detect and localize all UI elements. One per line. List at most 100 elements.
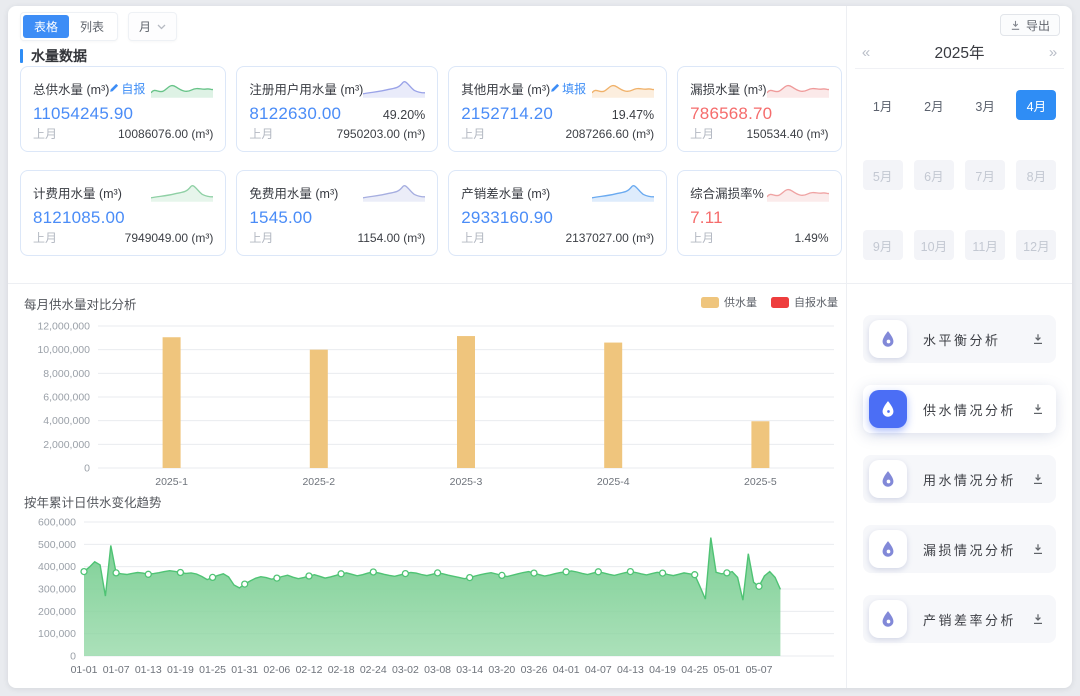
svg-text:300,000: 300,000 (38, 584, 76, 596)
divider (8, 283, 846, 284)
water-drop-icon (869, 530, 907, 568)
stat-card: 总供水量 (m³) 自报 11054245.90 上月 10086076.00 … (20, 66, 226, 152)
area-chart-section: 按年累计日供水变化趋势 0100,000200,000300,000400,00… (24, 492, 842, 680)
card-action-link[interactable]: 自报 (109, 80, 145, 97)
card-percent: 49.20% (383, 108, 425, 122)
period-select[interactable]: 月 (128, 12, 177, 41)
tab-table[interactable]: 表格 (23, 15, 69, 38)
svg-text:4,000,000: 4,000,000 (43, 415, 90, 427)
calendar-month-button[interactable]: 4月 (1016, 90, 1056, 120)
card-value: 8121085.00 (33, 208, 125, 228)
prev-month-value: 1.49% (795, 231, 829, 245)
legend-item-supply[interactable]: 供水量 (701, 294, 757, 310)
card-header: 注册用户用水量 (m³) (249, 77, 425, 99)
prev-month-label: 上月 (690, 125, 714, 142)
prev-month-value: 7949049.00 (m³) (125, 231, 214, 245)
svg-text:04-19: 04-19 (649, 664, 676, 676)
analysis-menu-item[interactable]: 用水情况分析 (863, 455, 1056, 503)
card-value: 1545.00 (249, 208, 312, 228)
svg-text:05-07: 05-07 (746, 664, 773, 676)
divider (847, 283, 1072, 284)
side-panel: 导出 « 2025年 » 1月2月3月4月5月6月7月8月9月10月11月12月… (846, 6, 1072, 688)
card-value: 11054245.90 (33, 104, 133, 124)
prev-month-label: 上月 (690, 229, 714, 246)
analysis-menu-item[interactable]: 水平衡分析 (863, 315, 1056, 363)
svg-text:01-07: 01-07 (103, 664, 130, 676)
card-title: 其他用水量 (m³) (461, 79, 550, 98)
svg-text:2025-3: 2025-3 (450, 476, 483, 488)
svg-text:01-13: 01-13 (135, 664, 162, 676)
svg-text:6,000,000: 6,000,000 (43, 392, 90, 404)
calendar-month-button[interactable]: 3月 (965, 90, 1005, 120)
card-action-label: 自报 (121, 80, 145, 97)
water-dashboard: 表格 列表 月 水量数据 总供水量 (m³) 自报 (8, 6, 1072, 688)
calendar-month-button[interactable]: 1月 (863, 90, 903, 120)
month-grid: 1月2月3月4月5月6月7月8月9月10月11月12月 (857, 90, 1062, 260)
analysis-menu-item[interactable]: 供水情况分析 (863, 385, 1056, 433)
stat-card: 综合漏损率% 7.11 上月 1.49% (677, 170, 841, 256)
card-value: 8122630.00 (249, 104, 341, 124)
card-value: 786568.70 (690, 104, 772, 124)
menu-label: 用水情况分析 (923, 470, 1016, 489)
card-header: 综合漏损率% (690, 181, 828, 203)
card-value-row: 8121085.00 (33, 208, 213, 228)
card-value-row: 2152714.20 19.47% (461, 104, 654, 124)
tab-list[interactable]: 列表 (69, 15, 115, 38)
download-icon[interactable] (1032, 613, 1044, 625)
calendar-month-button[interactable]: 2月 (914, 90, 954, 120)
sparkline-icon (363, 182, 425, 202)
svg-text:02-12: 02-12 (296, 664, 323, 676)
prev-year-button[interactable]: « (855, 44, 877, 61)
export-button[interactable]: 导出 (1000, 14, 1060, 36)
svg-text:2025-4: 2025-4 (597, 476, 630, 488)
card-footer: 上月 2137027.00 (m³) (461, 229, 654, 246)
calendar-header: « 2025年 » (855, 36, 1064, 69)
stat-card: 计费用水量 (m³) 8121085.00 上月 7949049.00 (m³) (20, 170, 226, 256)
analysis-menu: 水平衡分析 供水情况分析 用水情况分析 (863, 315, 1056, 643)
analysis-menu-item[interactable]: 产销差率分析 (863, 595, 1056, 643)
card-header: 漏损水量 (m³) (690, 77, 828, 99)
card-title: 漏损水量 (m³) (690, 79, 766, 98)
sparkline-icon (592, 78, 654, 98)
svg-text:2025-2: 2025-2 (302, 476, 335, 488)
download-icon[interactable] (1032, 473, 1044, 485)
card-header: 其他用水量 (m³) 填报 (461, 77, 654, 99)
svg-text:03-08: 03-08 (424, 664, 451, 676)
legend-swatch-self-report (771, 297, 789, 308)
svg-text:500,000: 500,000 (38, 539, 76, 551)
card-value: 7.11 (690, 208, 723, 228)
next-year-button[interactable]: » (1042, 44, 1064, 61)
card-value-row: 11054245.90 (33, 104, 213, 124)
calendar-month-button: 12月 (1016, 230, 1056, 260)
card-title: 免费用水量 (m³) (249, 183, 338, 202)
water-drop-icon (869, 460, 907, 498)
calendar-month-button: 11月 (965, 230, 1005, 260)
monthly-bar-chart: 02,000,0004,000,0006,000,0008,000,00010,… (24, 312, 840, 492)
card-header: 计费用水量 (m³) (33, 181, 213, 203)
calendar-month-button: 8月 (1016, 160, 1056, 190)
download-icon[interactable] (1032, 403, 1044, 415)
legend-item-self-report[interactable]: 自报水量 (771, 294, 838, 310)
svg-text:0: 0 (70, 651, 76, 663)
view-switcher: 表格 列表 (20, 12, 118, 41)
prev-month-value: 2137027.00 (m³) (565, 231, 654, 245)
download-icon[interactable] (1032, 543, 1044, 555)
svg-text:12,000,000: 12,000,000 (37, 321, 90, 333)
download-icon[interactable] (1032, 333, 1044, 345)
card-action-link[interactable]: 填报 (550, 80, 586, 97)
card-footer: 上月 2087266.60 (m³) (461, 125, 654, 142)
prev-month-label: 上月 (249, 229, 273, 246)
period-value: 月 (139, 18, 151, 35)
stat-card: 漏损水量 (m³) 786568.70 上月 150534.40 (m³) (677, 66, 841, 152)
export-label: 导出 (1026, 17, 1050, 34)
bar-chart-legend: 供水量 自报水量 (701, 294, 838, 310)
analysis-menu-item[interactable]: 漏损情况分析 (863, 525, 1056, 573)
calendar-month-button: 9月 (863, 230, 903, 260)
sparkline-icon (767, 78, 829, 98)
card-percent: 19.47% (612, 108, 654, 122)
card-value-row: 2933160.90 (461, 208, 654, 228)
svg-text:2025-1: 2025-1 (155, 476, 188, 488)
edit-pencil-icon (109, 83, 119, 93)
prev-month-value: 150534.40 (m³) (746, 127, 828, 141)
prev-month-value: 1154.00 (m³) (357, 231, 425, 245)
